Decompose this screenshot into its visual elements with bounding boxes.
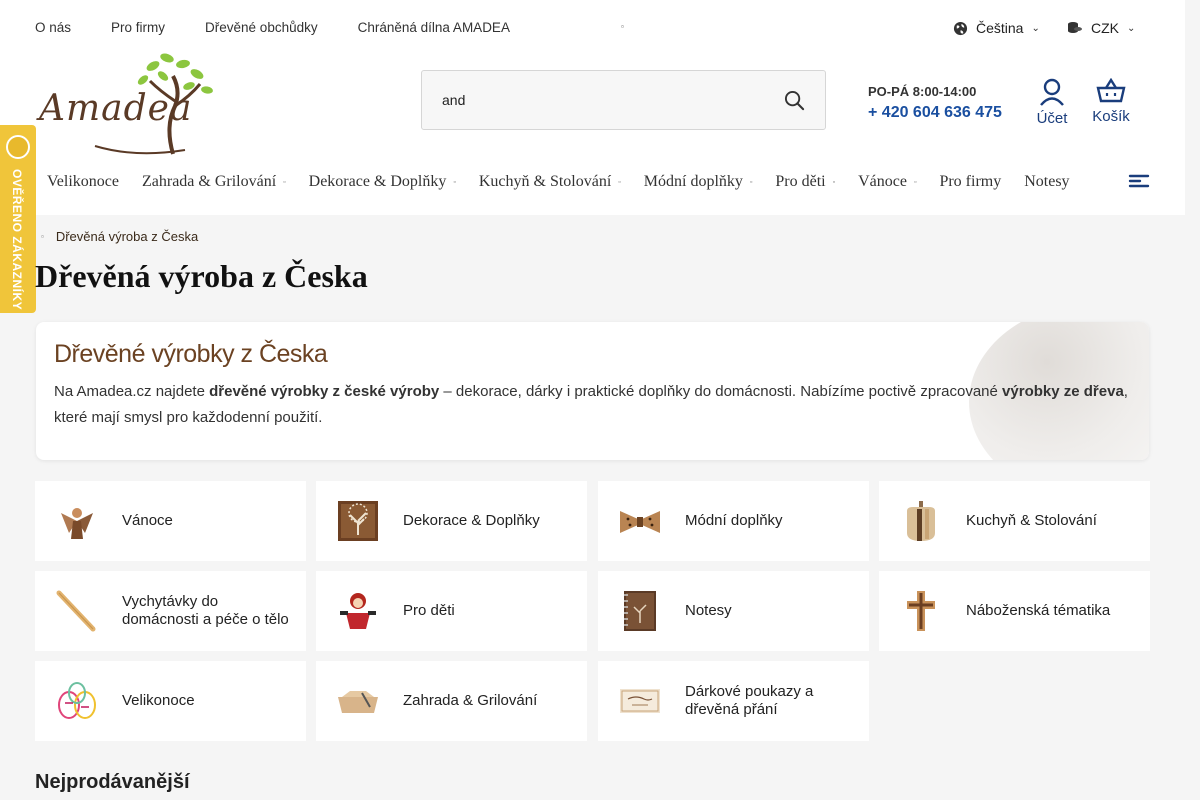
breadcrumb-current: Dřevěná výroba z Česka <box>55 229 199 244</box>
nav-item-label: Módní doplňky <box>643 173 743 190</box>
category-tile[interactable]: Dárkové poukazy a dřevěná přání <box>598 661 869 741</box>
category-tile[interactable]: Vánoce <box>35 481 306 561</box>
category-label: Dekorace & Doplňky <box>403 512 540 529</box>
account-label: Účet <box>1036 110 1068 127</box>
gift-card-icon <box>618 679 662 723</box>
main-category-nav: Velikonoce Zahrada & Grilování ▫ Dekorace &… <box>47 173 1093 191</box>
chevron-down-icon: ⌄ <box>1031 22 1040 34</box>
cart-label: Košík <box>1092 108 1130 125</box>
topnav-link-shops[interactable]: Dřevěné obchůdky <box>205 20 318 35</box>
submenu-indicator-icon: ▫ <box>749 178 753 186</box>
category-label: Kuchyň & Stolování <box>966 512 1097 529</box>
category-label: Vánoce <box>122 512 173 529</box>
notebook-icon <box>618 589 662 633</box>
submenu-indicator-icon: ▫ <box>913 178 917 186</box>
topnav-link-about[interactable]: O nás <box>35 20 71 35</box>
account-button[interactable]: Účet <box>1030 78 1074 127</box>
badge-text: OVĚŘENO ZÁKAZNÍKY <box>10 169 24 311</box>
verified-by-customers-badge[interactable]: OVĚŘENO ZÁKAZNÍKY <box>0 125 36 313</box>
user-icon <box>1040 78 1064 106</box>
basket-icon <box>1096 78 1126 103</box>
search-input[interactable] <box>422 92 762 108</box>
site-logo[interactable]: Amadea <box>35 46 225 156</box>
nav-item-8[interactable]: Notesy <box>1024 173 1069 191</box>
category-tile[interactable]: Dekorace & Doplňky <box>316 481 587 561</box>
wooden-stick-icon <box>55 589 99 633</box>
easter-eggs-icon <box>55 679 99 723</box>
tree-picture-icon <box>336 499 380 543</box>
language-label: Čeština <box>976 20 1024 36</box>
category-label: Vychytávky do domácnosti a péče o tělo <box>122 593 289 628</box>
category-label: Módní doplňky <box>685 512 783 529</box>
intro-text: Na Amadea.cz najdete dřevěné výrobky z č… <box>54 383 1128 426</box>
bestsellers-heading: Nejprodávanější <box>35 771 190 793</box>
nav-item-label: Kuchyň & Stolování <box>478 173 612 190</box>
submenu-indicator-icon: ▫ <box>832 178 836 186</box>
garden-box-icon <box>336 679 380 723</box>
nav-item-2[interactable]: Dekorace & Doplňky ▫ <box>309 173 456 191</box>
category-tile[interactable]: Kuchyň & Stolování <box>879 481 1150 561</box>
nav-item-0[interactable]: Velikonoce <box>47 173 119 191</box>
submenu-indicator-icon: ▫ <box>283 178 286 186</box>
logo-wordmark: Amadea <box>39 88 193 129</box>
bow-tie-icon <box>618 499 662 543</box>
contact-info: PO-PÁ 8:00-14:00 + 420 604 636 475 <box>868 84 1002 122</box>
nav-item-label: Vánoce <box>858 173 907 190</box>
category-label: Dárkové poukazy a dřevěná přání <box>685 683 814 718</box>
category-tile[interactable]: Pro děti <box>316 571 587 651</box>
page-title: Dřevěná výroba z Česka <box>35 258 368 294</box>
category-label: Velikonoce <box>122 692 195 709</box>
nav-item-3[interactable]: Kuchyň & Stolování ▫ <box>479 173 621 191</box>
category-label: Notesy <box>685 602 732 619</box>
search-box <box>421 70 826 130</box>
nav-item-label: Dekorace & Doplňky <box>308 173 447 190</box>
nav-item-6[interactable]: Vánoce ▫ <box>858 173 916 191</box>
category-label: Náboženská tématika <box>966 602 1111 619</box>
nav-item-label: Notesy <box>1024 173 1070 190</box>
nav-item-label: Pro děti <box>775 173 826 190</box>
category-tile[interactable]: Vychytávky do domácnosti a péče o tělo <box>35 571 306 651</box>
language-selector[interactable]: Čeština ⌄ <box>953 20 1040 36</box>
submenu-indicator-icon: ▫ <box>453 178 456 186</box>
chevron-down-icon: ⌄ <box>1127 22 1136 34</box>
topnav-more-glyph: ▫ <box>621 22 624 31</box>
search-icon[interactable] <box>784 90 805 111</box>
category-tile[interactable]: Zahrada & Grilování <box>316 661 587 741</box>
intro-box: Dřevěné výrobky z Česka Na Amadea.cz naj… <box>36 322 1149 460</box>
menu-icon[interactable] <box>1128 173 1150 194</box>
nav-item-label: Pro firmy <box>939 173 1002 190</box>
cutting-board-icon <box>899 499 943 543</box>
category-tile[interactable]: Notesy <box>598 571 869 651</box>
intro-heading: Dřevěné výrobky z Česka <box>54 340 328 368</box>
angel-ornament-icon <box>55 499 99 543</box>
currency-selector[interactable]: CZK ⌄ <box>1067 20 1135 36</box>
category-tile[interactable]: Náboženská tématika <box>879 571 1150 651</box>
seal-icon <box>6 135 30 159</box>
globe-icon <box>953 21 968 35</box>
nav-item-4[interactable]: Módní doplňky ▫ <box>644 173 753 191</box>
coins-icon <box>1068 22 1082 33</box>
breadcrumb: ▫ Dřevěná výroba z Česka <box>41 229 198 244</box>
nav-item-label: Velikonoce <box>47 173 119 190</box>
cross-icon <box>899 589 943 633</box>
phone-link[interactable]: + 420 604 636 475 <box>868 104 1002 122</box>
currency-label: CZK <box>1091 20 1119 36</box>
top-nav: O nás Pro firmy Dřevěné obchůdky Chráněn… <box>35 20 624 35</box>
category-label: Zahrada & Grilování <box>403 692 538 709</box>
category-tile[interactable]: Módní doplňky <box>598 481 869 561</box>
submenu-indicator-icon: ▫ <box>618 178 621 186</box>
category-label: Pro děti <box>403 602 455 619</box>
breadcrumb-home-icon[interactable]: ▫ <box>41 232 44 241</box>
site-header: O nás Pro firmy Dřevěné obchůdky Chráněn… <box>0 0 1185 215</box>
nav-item-5[interactable]: Pro děti ▫ <box>775 173 835 191</box>
topnav-link-workshop[interactable]: Chráněná dílna AMADEA <box>358 20 510 35</box>
nav-item-7[interactable]: Pro firmy <box>939 173 1001 191</box>
topnav-link-business[interactable]: Pro firmy <box>111 20 165 35</box>
puppet-icon <box>336 589 380 633</box>
nav-item-label: Zahrada & Grilování <box>141 173 277 190</box>
opening-hours: PO-PÁ 8:00-14:00 <box>868 84 977 99</box>
nav-item-1[interactable]: Zahrada & Grilování ▫ <box>142 173 286 191</box>
category-tile[interactable]: Velikonoce <box>35 661 306 741</box>
cart-button[interactable]: Košík <box>1088 78 1134 125</box>
